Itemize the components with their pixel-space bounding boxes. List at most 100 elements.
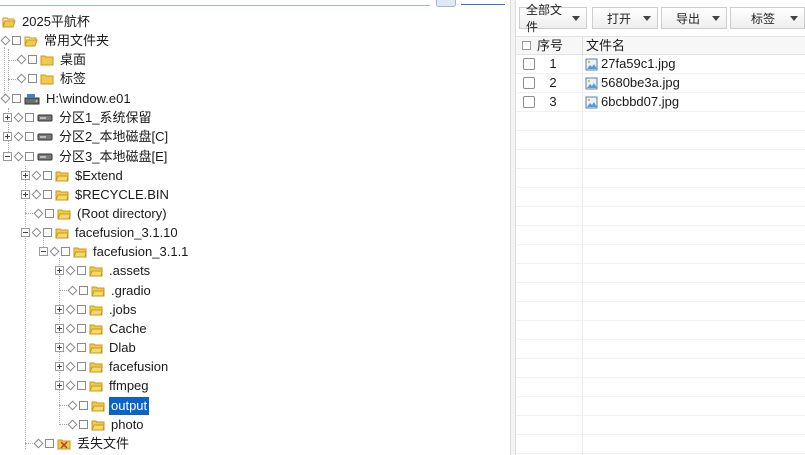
empty-row xyxy=(516,302,805,321)
tree-item-extend[interactable]: $Extend xyxy=(21,166,125,185)
file-row[interactable]: 2 5680be3a.jpg xyxy=(516,74,805,93)
tree-item-checkbox[interactable] xyxy=(28,74,37,83)
tree-item-label: $Extend xyxy=(75,167,123,183)
tree-item-checkbox[interactable] xyxy=(77,343,86,352)
image-file-icon xyxy=(585,77,598,90)
connector-node-icon xyxy=(65,323,76,334)
expand-icon[interactable] xyxy=(55,305,64,314)
tree-item-checkbox[interactable] xyxy=(77,305,86,314)
path-bar-remnant xyxy=(0,0,510,8)
tree-item-label: output xyxy=(109,396,150,415)
tree-item-checkbox[interactable] xyxy=(79,401,88,410)
open-button[interactable]: 打开 xyxy=(592,7,658,29)
tree-item-checkbox[interactable] xyxy=(25,113,34,122)
tree-item-root-case[interactable]: 2025平航杯 xyxy=(2,12,92,31)
tree-item-label: ffmpeg xyxy=(109,377,149,393)
row-checkbox[interactable] xyxy=(523,77,535,89)
folder-open-icon xyxy=(24,35,38,47)
tree-item-label: H:\window.e01 xyxy=(46,90,131,106)
tree-item-checkbox[interactable] xyxy=(61,247,70,256)
connector-node-icon xyxy=(65,304,76,315)
tree-item-checkbox[interactable] xyxy=(77,324,86,333)
all-files-dropdown[interactable]: 全部文件 xyxy=(519,3,587,34)
tree-item-checkbox[interactable] xyxy=(77,266,86,275)
column-header-filename[interactable]: 文件名 xyxy=(586,37,625,55)
tree-item-checkbox[interactable] xyxy=(28,55,37,64)
tree-item-checkbox[interactable] xyxy=(12,94,21,103)
tree-item-checkbox[interactable] xyxy=(45,439,54,448)
expand-icon[interactable] xyxy=(55,362,64,371)
tag-button[interactable]: 标签 xyxy=(730,7,805,29)
collapse-icon[interactable] xyxy=(21,228,30,237)
folder-icon xyxy=(89,265,103,277)
empty-row xyxy=(516,397,805,416)
tree-item-cache[interactable]: Cache xyxy=(55,319,149,338)
tree-item-favorites[interactable]: 常用文件夹 xyxy=(0,31,111,50)
file-list-toolbar: 全部文件 打开 导出 标签 xyxy=(516,0,805,34)
folder-icon xyxy=(89,380,103,392)
tree-item-checkbox[interactable] xyxy=(43,228,52,237)
connector-node-icon xyxy=(13,131,24,142)
tree-item-checkbox[interactable] xyxy=(12,36,21,45)
column-header-index[interactable]: 序号 xyxy=(537,37,563,55)
expand-icon[interactable] xyxy=(3,132,12,141)
tree-item-checkbox[interactable] xyxy=(43,171,52,180)
tree-item-checkbox[interactable] xyxy=(25,132,34,141)
expand-icon[interactable] xyxy=(55,381,64,390)
tree-item-checkbox[interactable] xyxy=(77,381,86,390)
empty-row xyxy=(516,435,805,454)
expand-icon[interactable] xyxy=(21,171,30,180)
file-name: 5680be3a.jpg xyxy=(601,75,680,90)
tree-item-checkbox[interactable] xyxy=(25,152,34,161)
tree-item-assets[interactable]: .assets xyxy=(55,261,152,280)
connector-node-icon xyxy=(65,342,76,353)
row-checkbox[interactable] xyxy=(523,96,535,108)
connector-node-icon xyxy=(65,265,76,276)
tree-item-facefusion-3-1-1[interactable]: facefusion_3.1.1 xyxy=(39,242,190,261)
expand-icon[interactable] xyxy=(55,343,64,352)
tree-item-label: .gradio xyxy=(111,282,151,298)
tree-item-facefusion[interactable]: facefusion xyxy=(55,357,170,376)
path-dropdown-button[interactable] xyxy=(436,0,456,7)
expand-icon[interactable] xyxy=(55,324,64,333)
path-link[interactable] xyxy=(461,0,505,5)
expand-icon[interactable] xyxy=(3,113,12,122)
tree-item-root-directory[interactable]: (Root directory) xyxy=(33,204,169,223)
tree-item-lost-files[interactable]: 丢失文件 xyxy=(33,434,131,453)
tree-item-checkbox[interactable] xyxy=(79,420,88,429)
collapse-icon[interactable] xyxy=(39,247,48,256)
tree-item-checkbox[interactable] xyxy=(45,209,54,218)
tree-item-evidence-image[interactable]: H:\window.e01 xyxy=(0,89,133,108)
select-all-checkbox[interactable] xyxy=(522,41,531,50)
tree-item-partition-2[interactable]: 分区2_本地磁盘[C] xyxy=(3,127,170,146)
export-button[interactable]: 导出 xyxy=(661,7,727,29)
tree-item-dlab[interactable]: Dlab xyxy=(55,338,138,357)
drive-icon xyxy=(37,132,53,142)
tree-item-checkbox[interactable] xyxy=(43,190,52,199)
tree-item-jobs[interactable]: .jobs xyxy=(55,300,138,319)
tree-item-desktop[interactable]: 桌面 xyxy=(16,50,88,69)
tree-item-label: 2025平航杯 xyxy=(22,13,90,29)
expand-icon[interactable] xyxy=(55,266,64,275)
expand-icon[interactable] xyxy=(21,190,30,199)
tree-item-recycle-bin[interactable]: $RECYCLE.BIN xyxy=(21,185,171,204)
tree-item-output[interactable]: output xyxy=(67,396,150,415)
tree-item-photo[interactable]: photo xyxy=(67,415,146,434)
lost-files-icon xyxy=(57,438,71,450)
file-row[interactable]: 1 27fa59c1.jpg xyxy=(516,55,805,74)
tree-item-checkbox[interactable] xyxy=(79,286,88,295)
collapse-icon[interactable] xyxy=(3,152,12,161)
path-input[interactable] xyxy=(0,0,430,6)
tree-item-ffmpeg[interactable]: ffmpeg xyxy=(55,376,151,395)
tree-item-partition-3[interactable]: 分区3_本地磁盘[E] xyxy=(3,147,169,166)
tree-item-checkbox[interactable] xyxy=(77,362,86,371)
tree-item-gradio[interactable]: .gradio xyxy=(67,281,153,300)
tree-item-partition-1[interactable]: 分区1_系统保留 xyxy=(3,108,153,127)
file-row[interactable]: 3 6bcbbd07.jpg xyxy=(516,93,805,112)
tree-item-facefusion-3-1-10[interactable]: facefusion_3.1.10 xyxy=(21,223,180,242)
row-checkbox[interactable] xyxy=(523,58,535,70)
tag-label: 标签 xyxy=(751,11,776,26)
column-divider[interactable] xyxy=(582,37,583,55)
tree-item-label: $RECYCLE.BIN xyxy=(75,186,169,202)
tree-item-tags[interactable]: 标签 xyxy=(16,69,88,88)
